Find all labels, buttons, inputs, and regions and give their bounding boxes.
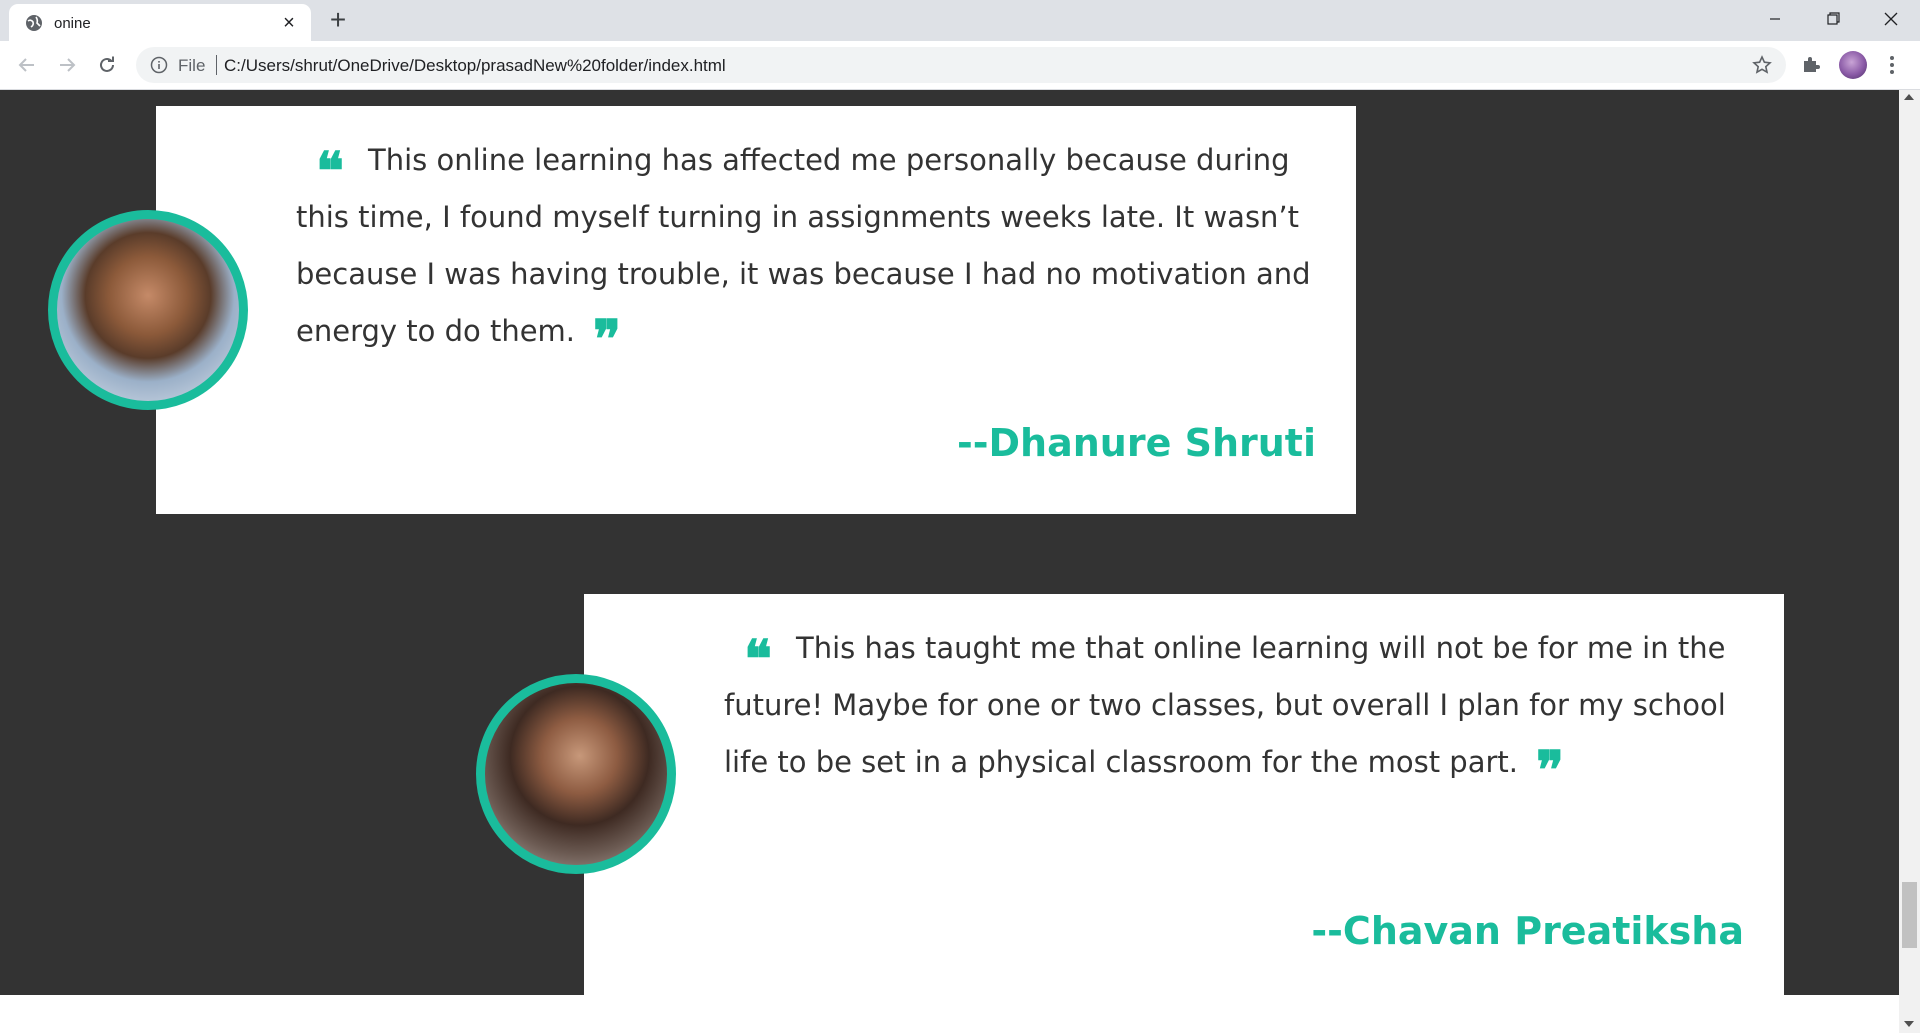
testimonial-author: --Dhanure Shruti <box>956 421 1316 465</box>
quote-text: This online learning has affected me per… <box>296 143 1311 348</box>
testimonial-quote: ❝ This online learning has affected me pe… <box>296 132 1336 370</box>
url-text[interactable]: C:/Users/shrut/OneDrive/Desktop/prasadNe… <box>224 56 726 76</box>
omnibox-divider <box>216 55 217 75</box>
testimonial-quote: ❝ This has taught me that online learning… <box>724 620 1764 801</box>
file-scheme-label: File <box>178 56 206 75</box>
quote-text: This has taught me that online learning … <box>724 631 1726 779</box>
scroll-down-arrow-icon[interactable] <box>1904 1021 1914 1027</box>
globe-icon <box>26 15 42 31</box>
back-arrow-icon[interactable] <box>15 53 39 77</box>
page-footer-strip <box>0 995 1899 1033</box>
student-photo <box>476 674 676 874</box>
close-tab-icon[interactable]: × <box>280 13 298 33</box>
student-photo <box>48 210 248 410</box>
address-bar[interactable]: File C:/Users/shrut/OneDrive/Desktop/pra… <box>136 47 1786 83</box>
more-vert-icon[interactable] <box>1882 53 1902 77</box>
scroll-thumb[interactable] <box>1902 882 1917 948</box>
restore-icon[interactable] <box>1818 8 1848 30</box>
open-quote-icon: ❝ <box>316 141 344 202</box>
bookmark-star-icon[interactable] <box>1752 55 1772 75</box>
tab-strip: onine × + <box>0 0 1920 41</box>
testimonial-author: --Chavan Preatiksha <box>1311 909 1744 953</box>
browser-toolbar: File C:/Users/shrut/OneDrive/Desktop/pra… <box>0 41 1920 90</box>
testimonial-card: ❝ This has taught me that online learning… <box>584 594 1784 1002</box>
info-icon[interactable] <box>150 56 168 74</box>
close-quote-icon: ❞ <box>593 309 622 370</box>
new-tab-button[interactable]: + <box>326 6 350 34</box>
open-quote-icon: ❝ <box>744 629 772 690</box>
extensions-puzzle-icon[interactable] <box>1800 53 1822 75</box>
reload-icon[interactable] <box>95 53 119 77</box>
testimonial-card: ❝ This online learning has affected me pe… <box>156 106 1356 514</box>
scroll-up-arrow-icon[interactable] <box>1904 94 1914 100</box>
close-quote-icon: ❞ <box>1536 740 1564 801</box>
minimize-icon[interactable] <box>1760 8 1790 30</box>
browser-tab[interactable]: onine × <box>9 4 311 41</box>
vertical-scrollbar[interactable] <box>1899 90 1920 1033</box>
testimonials-section: ❝ This online learning has affected me pe… <box>0 90 1899 1002</box>
close-window-icon[interactable] <box>1876 8 1906 30</box>
profile-avatar[interactable] <box>1839 51 1867 79</box>
tab-title: onine <box>54 15 91 32</box>
forward-arrow-icon[interactable] <box>55 53 79 77</box>
